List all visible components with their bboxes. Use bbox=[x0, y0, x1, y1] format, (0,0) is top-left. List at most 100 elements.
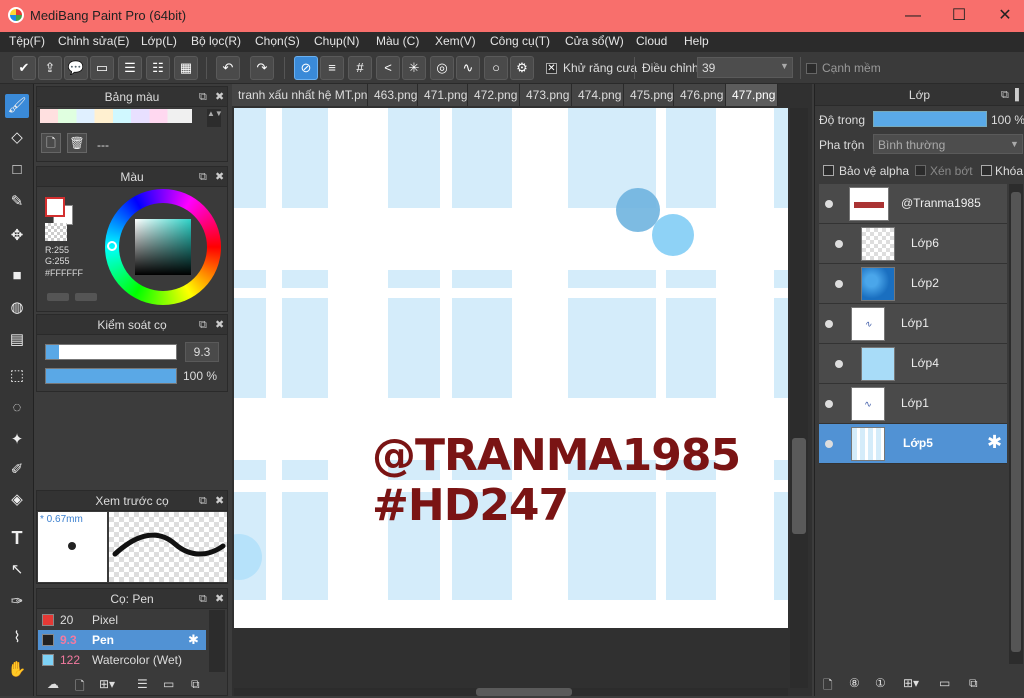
tab-file[interactable]: 463.png bbox=[368, 84, 418, 106]
hue-marker[interactable] bbox=[107, 241, 117, 251]
visibility-icon[interactable] bbox=[835, 240, 843, 248]
radial-snap-icon[interactable]: ✳ bbox=[402, 56, 426, 80]
brush-size-slider[interactable] bbox=[45, 344, 177, 360]
curve-snap-icon[interactable]: ∿ bbox=[456, 56, 480, 80]
tab-file[interactable]: tranh xấu nhất hệ MT.png bbox=[232, 84, 368, 106]
tab-file[interactable]: 474.png bbox=[572, 84, 624, 106]
select-rect-tool-icon[interactable]: ⬚ bbox=[5, 364, 29, 388]
tab-file-active[interactable]: 477.png bbox=[726, 84, 778, 106]
color-mode-button[interactable] bbox=[47, 293, 69, 301]
canvas-hscrollbar[interactable] bbox=[234, 688, 788, 696]
tab-file[interactable]: 472.png bbox=[468, 84, 520, 106]
menu-file[interactable]: Tệp(F) bbox=[9, 34, 45, 48]
parallel-snap-icon[interactable]: ≡ bbox=[320, 56, 344, 80]
lock-checkbox[interactable] bbox=[981, 165, 992, 176]
menu-window[interactable]: Cửa sổ(W) bbox=[565, 34, 624, 48]
brush-item-selected[interactable]: 9.3 Pen ✱ bbox=[38, 630, 206, 650]
layer-row[interactable]: ∿ Lớp1 bbox=[819, 304, 1007, 344]
menu-tools[interactable]: Công cụ(T) bbox=[490, 34, 550, 48]
popout-icon[interactable]: ⧉ bbox=[199, 87, 207, 107]
brush-list-scrollbar[interactable] bbox=[209, 610, 225, 672]
visibility-icon[interactable] bbox=[825, 440, 833, 448]
saturation-value-square[interactable] bbox=[135, 219, 191, 275]
layer-row[interactable]: @Tranma1985 bbox=[819, 184, 1007, 224]
text-tool-icon[interactable]: T bbox=[5, 526, 29, 550]
popout-icon[interactable]: ⧉ bbox=[199, 167, 207, 187]
undo-icon[interactable]: ↶ bbox=[216, 56, 240, 80]
select-pen-tool-icon[interactable]: ✐ bbox=[5, 458, 29, 482]
document-icon[interactable]: ☰ bbox=[118, 56, 142, 80]
gear-icon[interactable]: ✱ bbox=[987, 432, 1002, 453]
tab-file[interactable]: 471.png bbox=[418, 84, 468, 106]
tab-file[interactable]: 476.png bbox=[674, 84, 726, 106]
menu-select[interactable]: Chọn(S) bbox=[255, 34, 300, 48]
menu-color[interactable]: Màu (C) bbox=[376, 34, 419, 48]
select-eraser-tool-icon[interactable]: ◈ bbox=[5, 488, 29, 512]
lasso-tool-icon[interactable]: ◌ bbox=[5, 396, 29, 420]
layer-scrollbar[interactable] bbox=[1009, 184, 1023, 664]
layer-opacity-slider[interactable] bbox=[873, 111, 987, 127]
popout-icon[interactable]: ⧉ bbox=[199, 589, 207, 609]
fill-rect-tool-icon[interactable]: ■ bbox=[5, 264, 29, 288]
list-icon[interactable]: ☷ bbox=[146, 56, 170, 80]
primary-color-swatch[interactable] bbox=[45, 197, 65, 217]
transparent-color-swatch[interactable] bbox=[45, 223, 67, 241]
brush-item[interactable]: 20 Pixel bbox=[38, 610, 206, 630]
shape-tool-icon[interactable]: □ bbox=[5, 158, 29, 182]
snap-off-icon[interactable]: ⊘ bbox=[294, 56, 318, 80]
maximize-button[interactable]: ☐ bbox=[936, 0, 982, 32]
layer-row[interactable]: Lớp6 bbox=[819, 224, 1007, 264]
menu-filter[interactable]: Bộ lọc(R) bbox=[191, 34, 241, 48]
new-1bit-layer-icon[interactable]: ① bbox=[875, 676, 886, 690]
visibility-icon[interactable] bbox=[825, 200, 833, 208]
eraser-tool-icon[interactable]: ◇ bbox=[5, 126, 29, 150]
grid-snap-icon[interactable]: # bbox=[348, 56, 372, 80]
delete-palette-icon[interactable]: 🗑 bbox=[67, 133, 87, 153]
magic-wand-tool-icon[interactable]: ✦ bbox=[5, 428, 29, 452]
palette-swatches[interactable] bbox=[40, 109, 192, 123]
hue-wheel[interactable] bbox=[105, 189, 221, 305]
close-icon[interactable]: ✖ bbox=[215, 315, 224, 335]
concentric-snap-icon[interactable]: ◎ bbox=[430, 56, 454, 80]
add-brush-menu-icon[interactable]: ⊞▾ bbox=[99, 677, 115, 691]
layer-row[interactable]: Lớp4 bbox=[819, 344, 1007, 384]
speech-bubble-icon[interactable]: 💬 bbox=[64, 56, 88, 80]
visibility-icon[interactable] bbox=[835, 280, 843, 288]
popout-icon[interactable]: ⧉ bbox=[199, 315, 207, 335]
new-palette-icon[interactable]: 🗋 bbox=[41, 133, 61, 153]
folder-icon[interactable]: ▭ bbox=[163, 677, 174, 691]
visibility-icon[interactable] bbox=[825, 400, 833, 408]
folder-icon[interactable]: ▭ bbox=[939, 676, 950, 690]
tab-file[interactable]: 475.png bbox=[624, 84, 674, 106]
layer-row[interactable]: ∿ Lớp1 bbox=[819, 384, 1007, 424]
visibility-icon[interactable] bbox=[835, 360, 843, 368]
tab-file[interactable]: 473.png bbox=[520, 84, 572, 106]
vscroll-thumb[interactable] bbox=[792, 438, 806, 534]
close-button[interactable]: ✕ bbox=[982, 0, 1024, 32]
dot-brush-tool-icon[interactable]: ✎ bbox=[5, 190, 29, 214]
menu-view[interactable]: Xem(V) bbox=[435, 34, 476, 48]
menu-edit[interactable]: Chỉnh sửa(E) bbox=[58, 34, 129, 48]
palette-scroll[interactable]: ▲▼ bbox=[207, 109, 223, 127]
collapse-icon[interactable]: ▌ bbox=[1015, 84, 1023, 106]
visibility-icon[interactable] bbox=[825, 320, 833, 328]
add-layer-menu-icon[interactable]: ⊞▾ bbox=[903, 676, 919, 690]
brush-properties-icon[interactable]: ☰ bbox=[137, 677, 148, 691]
blend-mode-select[interactable]: Bình thường ▼ bbox=[873, 134, 1023, 154]
hand-tool-icon[interactable]: ✋ bbox=[5, 658, 29, 682]
move-tool-icon[interactable]: ✥ bbox=[5, 224, 29, 248]
close-icon[interactable]: ✖ bbox=[215, 167, 224, 187]
eyedropper-tool-icon[interactable]: ⌇ bbox=[5, 626, 29, 650]
drawing-canvas[interactable]: @TRANMA1985 #HD247 bbox=[234, 108, 788, 628]
operation-tool-icon[interactable]: ↖ bbox=[5, 558, 29, 582]
canvas-vscrollbar[interactable] bbox=[790, 108, 808, 688]
soft-edge-checkbox[interactable] bbox=[806, 63, 817, 74]
redo-icon[interactable]: ↷ bbox=[250, 56, 274, 80]
menu-capture[interactable]: Chụp(N) bbox=[314, 34, 359, 48]
brush-item[interactable]: 122 Watercolor (Wet) bbox=[38, 650, 206, 670]
ellipse-snap-icon[interactable]: ○ bbox=[484, 56, 508, 80]
layer-row-selected[interactable]: Lớp5 ✱ bbox=[819, 424, 1007, 464]
blur-tool-icon[interactable]: ✑ bbox=[5, 590, 29, 614]
new-8bit-layer-icon[interactable]: ⑧ bbox=[849, 676, 860, 690]
gradient-tool-icon[interactable]: ▤ bbox=[5, 328, 29, 352]
